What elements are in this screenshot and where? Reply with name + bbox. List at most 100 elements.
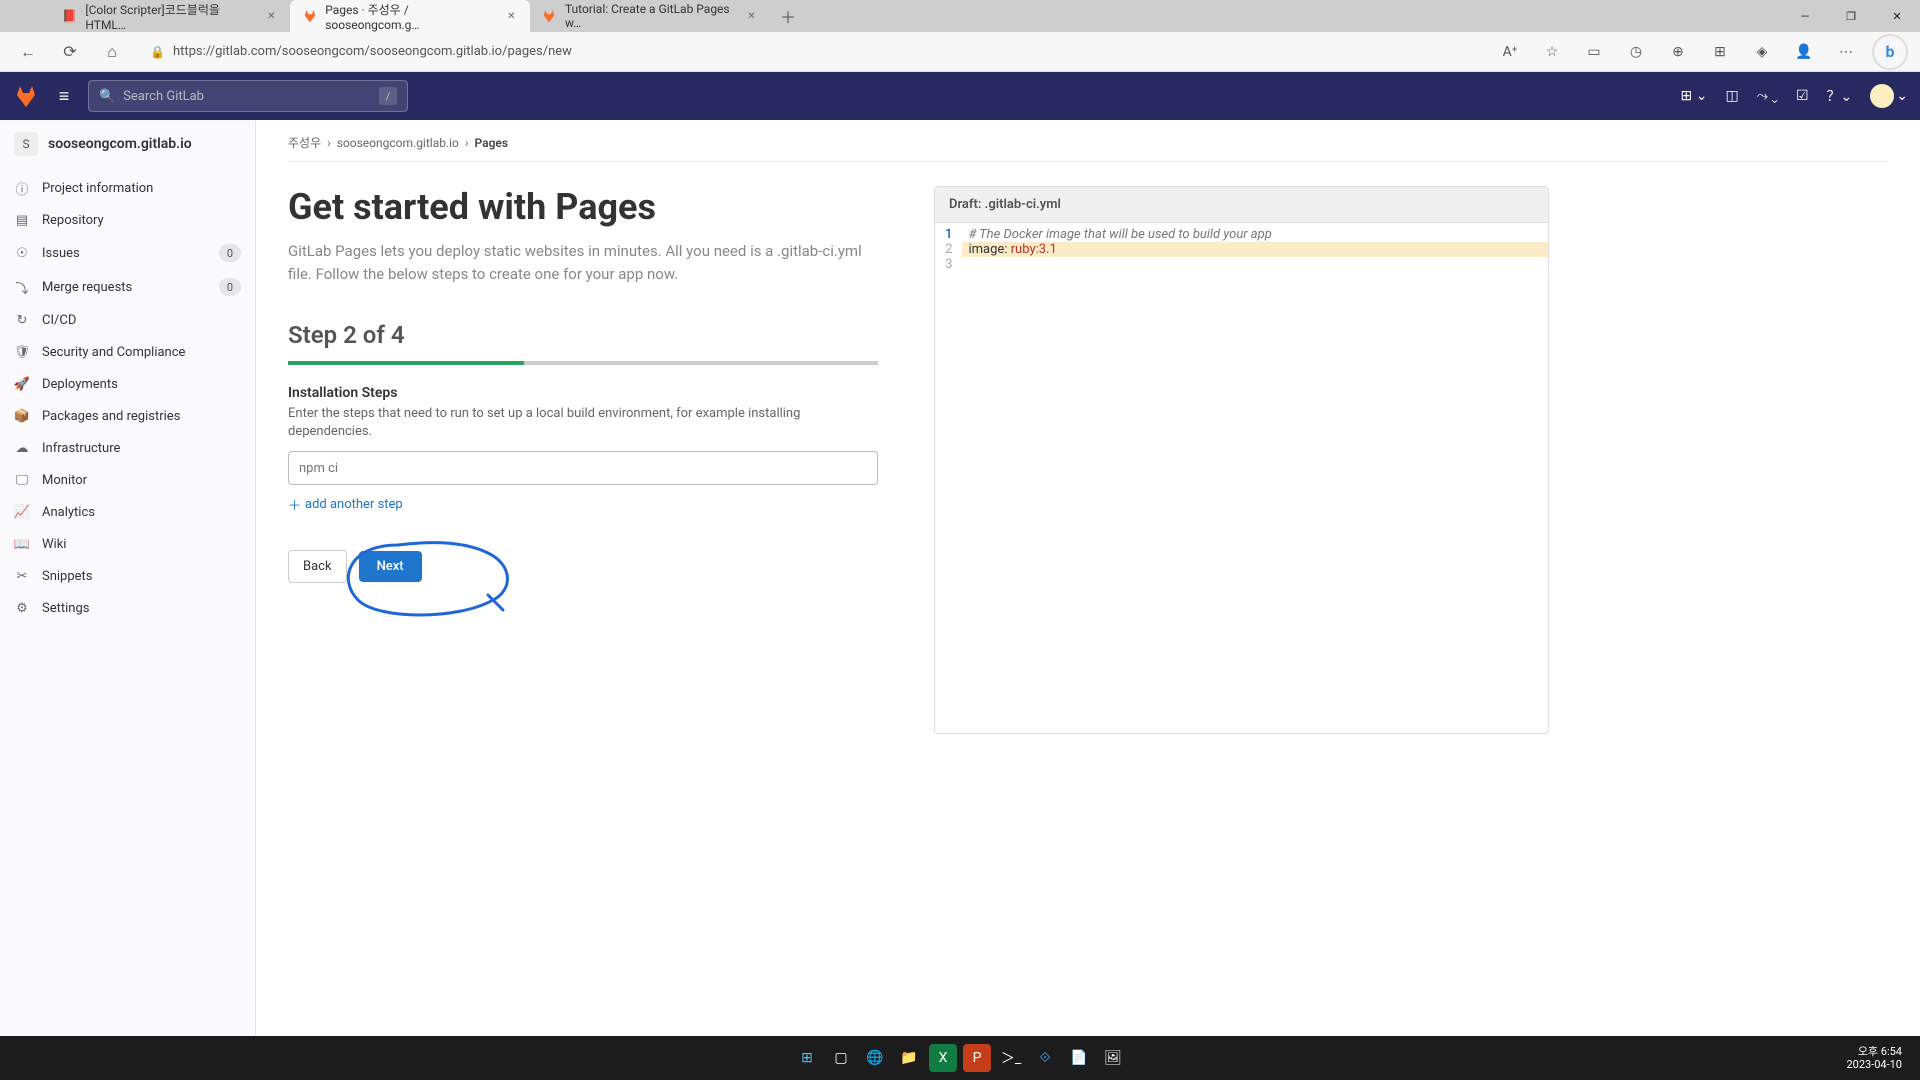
install-step-input[interactable] xyxy=(288,451,878,485)
issues-shortcut-icon[interactable]: ◫ xyxy=(1725,88,1738,104)
edge-icon[interactable]: 🌐 xyxy=(861,1044,889,1072)
draft-title: Draft: .gitlab-ci.yml xyxy=(935,187,1548,223)
project-name: sooseongcom.gitlab.io xyxy=(48,136,192,152)
breadcrumb-item[interactable]: sooseongcom.gitlab.io xyxy=(337,136,459,150)
system-clock[interactable]: 오후 6:54 2023-04-10 xyxy=(1846,1045,1902,1071)
app-icon[interactable]: 📄 xyxy=(1065,1044,1093,1072)
sidebar-item-label: Deployments xyxy=(42,377,118,392)
explorer-icon[interactable]: 📁 xyxy=(895,1044,923,1072)
breadcrumb-item[interactable]: 주성우 xyxy=(288,134,321,151)
step-heading: Step 2 of 4 xyxy=(288,321,878,349)
tab-favicon-icon: 📕 xyxy=(62,8,77,24)
sidebar-item-analytics[interactable]: 📈Analytics xyxy=(0,496,255,528)
downloads-icon[interactable]: ▭ xyxy=(1578,36,1610,68)
favorites-icon[interactable]: ⊕ xyxy=(1662,36,1694,68)
menu-icon[interactable]: ⋯ xyxy=(1830,36,1862,68)
window-maximize-button[interactable]: ❐ xyxy=(1828,0,1874,32)
home-icon[interactable]: ⌂ xyxy=(96,36,128,68)
chevron-right-icon: › xyxy=(465,136,469,150)
sidebar-item-deployments[interactable]: 🚀Deployments xyxy=(0,368,255,400)
clock-date: 2023-04-10 xyxy=(1846,1058,1902,1071)
tab-close-icon[interactable]: ✕ xyxy=(265,9,278,23)
browser-tab[interactable]: 📕 [Color Scripter]코드블럭을 HTML… ✕ xyxy=(50,0,290,32)
sidebar-item-label: Infrastructure xyxy=(42,441,120,456)
sidebar-item-label: Repository xyxy=(42,213,104,228)
browser-tab[interactable]: Tutorial: Create a GitLab Pages w… ✕ xyxy=(530,0,770,32)
code-editor[interactable]: # The Docker image that will be used to … xyxy=(962,223,1548,733)
collections-icon[interactable]: ⊞ xyxy=(1704,36,1736,68)
gitlab-logo-icon[interactable] xyxy=(12,82,40,110)
sidebar-item-merge-requests[interactable]: ⤵Merge requests0 xyxy=(0,270,255,304)
page-title: Get started with Pages xyxy=(288,186,878,228)
sidebar-item-snippets[interactable]: ✂Snippets xyxy=(0,560,255,592)
url-text: https://gitlab.com/sooseongcom/sooseongc… xyxy=(173,44,572,59)
tab-title: Pages · 주성우 / sooseongcom.g… xyxy=(325,1,497,32)
profile-icon[interactable]: 👤 xyxy=(1788,36,1820,68)
lock-icon: 🔒 xyxy=(150,45,165,59)
sidebar-item-wiki[interactable]: 📖Wiki xyxy=(0,528,255,560)
sidebar-item-security[interactable]: 🛡Security and Compliance xyxy=(0,336,255,368)
avatar xyxy=(1870,84,1894,108)
vscode-icon[interactable]: ⟐ xyxy=(1031,1044,1059,1072)
tab-title: [Color Scripter]코드블럭을 HTML… xyxy=(85,1,256,32)
breadcrumb: 주성우 › sooseongcom.gitlab.io › Pages xyxy=(288,134,1888,162)
todos-icon[interactable]: ☑ xyxy=(1796,88,1809,104)
sidebar-nav: ⓘ Project information ▤ Repository ☉Issues… xyxy=(0,168,255,628)
create-menu-button[interactable]: ⊞ ⌄ xyxy=(1681,88,1708,104)
search-input[interactable]: 🔍 Search GitLab / xyxy=(88,80,408,112)
section-label: Installation Steps xyxy=(288,385,878,401)
app-icon[interactable]: 🖼 xyxy=(1099,1044,1127,1072)
sidebar-item-project-info[interactable]: ⓘ Project information xyxy=(0,172,255,204)
hamburger-icon[interactable]: ≡ xyxy=(50,82,78,110)
address-bar[interactable]: 🔒 https://gitlab.com/sooseongcom/sooseon… xyxy=(138,36,1484,68)
info-icon: ⓘ xyxy=(14,180,30,196)
sidebar-item-monitor[interactable]: 🖵 Monitor xyxy=(0,464,255,496)
progress-fill xyxy=(288,361,524,365)
search-icon: 🔍 xyxy=(99,89,115,104)
browser-tab-active[interactable]: Pages · 주성우 / sooseongcom.g… ✕ xyxy=(290,0,530,32)
sidebar-item-infrastructure[interactable]: ☁ Infrastructure xyxy=(0,432,255,464)
window-minimize-button[interactable]: — xyxy=(1782,0,1828,32)
window-close-button[interactable]: ✕ xyxy=(1874,0,1920,32)
sidebar-item-repository[interactable]: ▤ Repository xyxy=(0,204,255,236)
start-icon[interactable]: ⊞ xyxy=(793,1044,821,1072)
terminal-icon[interactable]: ＞_ xyxy=(997,1044,1025,1072)
sidebar-item-label: Security and Compliance xyxy=(42,345,185,360)
back-icon[interactable]: ← xyxy=(12,36,44,68)
back-button[interactable]: Back xyxy=(288,550,347,583)
sidebar-item-label: Monitor xyxy=(42,473,87,488)
bing-icon[interactable]: b xyxy=(1872,34,1908,70)
sidebar-item-label: Snippets xyxy=(42,569,93,584)
powerpoint-icon[interactable]: P xyxy=(963,1044,991,1072)
merge-requests-shortcut-icon[interactable]: ⤳ ⌄ xyxy=(1757,88,1778,104)
sidebar-item-cicd[interactable]: ↻CI/CD xyxy=(0,304,255,336)
task-view-icon[interactable]: ▢ xyxy=(827,1044,855,1072)
repo-icon: ▤ xyxy=(14,212,30,228)
excel-icon[interactable]: X xyxy=(929,1044,957,1072)
search-kbd-hint: / xyxy=(379,87,397,105)
sidebar-item-issues[interactable]: ☉Issues0 xyxy=(0,236,255,270)
add-step-link[interactable]: ＋ add another step xyxy=(288,495,878,514)
sidebar-item-settings[interactable]: ⚙Settings xyxy=(0,592,255,624)
sidebar-item-label: Packages and registries xyxy=(42,409,180,424)
performance-icon[interactable]: ◷ xyxy=(1620,36,1652,68)
read-aloud-icon[interactable]: A⁺ xyxy=(1494,36,1526,68)
project-header[interactable]: S sooseongcom.gitlab.io xyxy=(0,120,255,168)
next-button[interactable]: Next xyxy=(359,551,422,582)
progress-bar xyxy=(288,361,878,365)
gitlab-icon xyxy=(302,8,317,24)
refresh-icon[interactable]: ⟳ xyxy=(54,36,86,68)
extensions-icon[interactable]: ◈ xyxy=(1746,36,1778,68)
user-menu[interactable]: ⌄ xyxy=(1870,84,1908,108)
main-content: 주성우 › sooseongcom.gitlab.io › Pages Get … xyxy=(256,120,1920,1080)
sidebar-item-packages[interactable]: 📦Packages and registries xyxy=(0,400,255,432)
new-tab-button[interactable]: ＋ xyxy=(770,4,806,28)
tab-close-icon[interactable]: ✕ xyxy=(745,9,758,23)
help-icon[interactable]: ？⌄ xyxy=(1827,86,1853,106)
star-icon[interactable]: ☆ xyxy=(1536,36,1568,68)
sidebar-item-label: Project information xyxy=(42,181,153,196)
book-icon: 📖 xyxy=(14,536,30,552)
monitor-icon: 🖵 xyxy=(14,472,30,488)
cloud-icon: ☁ xyxy=(14,440,30,456)
tab-close-icon[interactable]: ✕ xyxy=(505,9,518,23)
